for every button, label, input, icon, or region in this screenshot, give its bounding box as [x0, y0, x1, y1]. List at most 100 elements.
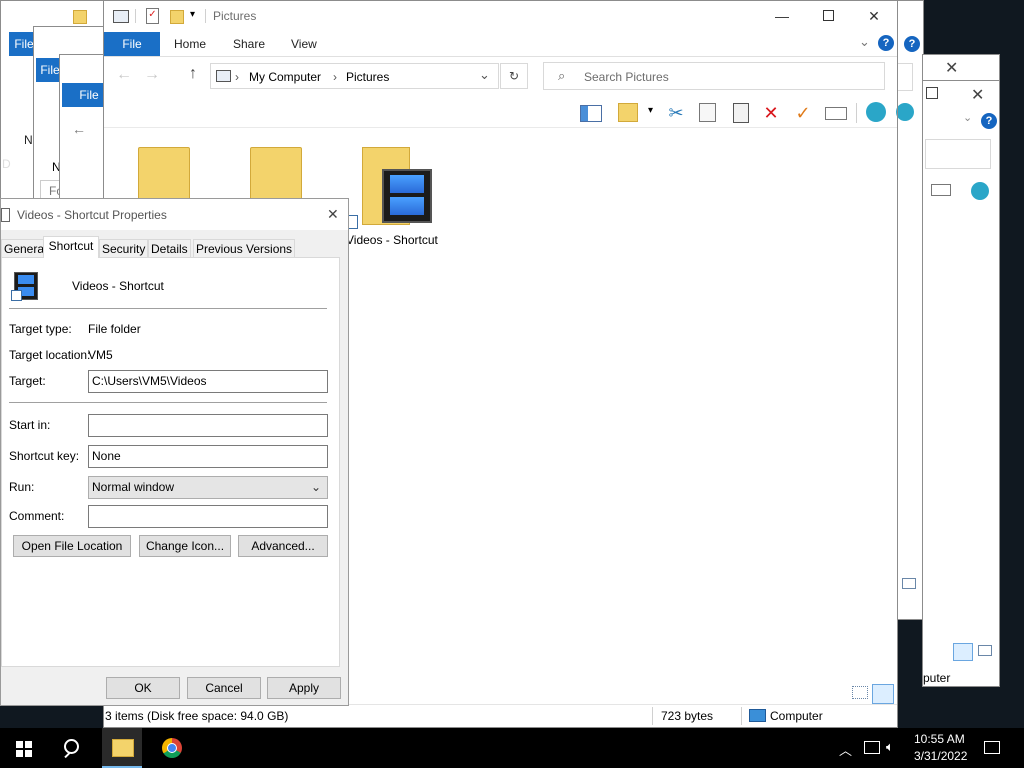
shortcut-key-label: Shortcut key:	[9, 449, 80, 463]
volume-icon[interactable]: 🔈︎	[886, 739, 894, 755]
tab-home[interactable]: Home	[174, 32, 206, 56]
delete-icon[interactable]: ✕	[760, 102, 782, 124]
run-label: Run:	[9, 480, 35, 494]
cut-icon[interactable]: ✂	[665, 102, 687, 124]
forward-arrow-icon[interactable]: →	[144, 66, 160, 84]
refresh-button[interactable]: ↻	[500, 63, 528, 89]
film-strip-icon	[382, 169, 432, 223]
paste-icon[interactable]	[733, 103, 749, 123]
expand-ribbon-icon[interactable]: ⌄	[859, 34, 870, 50]
change-icon-button[interactable]: Change Icon...	[139, 535, 231, 557]
search-icon-handle	[64, 751, 71, 759]
details-view-icon[interactable]	[978, 645, 992, 656]
start-in-input[interactable]	[88, 414, 328, 437]
start-button[interactable]	[16, 741, 32, 757]
breadcrumb-separator[interactable]: ›	[235, 70, 239, 84]
computer-icon	[216, 70, 231, 82]
item-label: Videos - Shortcut	[346, 233, 438, 247]
navigation-bar: ← → ↑ › My Computer › Pictures ⌄ ↻ ⌕ Sea…	[104, 57, 897, 97]
shell-icon[interactable]	[896, 103, 914, 121]
tab-details[interactable]: Details	[148, 239, 191, 258]
help-icon[interactable]: ?	[878, 35, 894, 51]
status-size-text: 723 bytes	[661, 709, 714, 723]
show-hidden-icons-icon[interactable]: ︿	[839, 740, 852, 759]
rename-icon[interactable]	[825, 107, 847, 120]
shortcut-name: Videos - Shortcut	[72, 279, 164, 293]
close-icon[interactable]: ✕	[971, 85, 984, 105]
search-box[interactable]: ⌕ Search Pictures	[543, 62, 885, 90]
open-file-location-button[interactable]: Open File Location	[13, 535, 131, 557]
clock-time[interactable]: 10:55 AM	[914, 732, 965, 746]
apply-button[interactable]: Apply	[267, 677, 341, 699]
command-toolbar: ▾ ✂ ✕ ✓	[104, 97, 897, 128]
details-view-icon[interactable]	[852, 686, 868, 699]
search-icon[interactable]	[64, 739, 79, 754]
chrome-taskbar-icon[interactable]	[162, 738, 182, 758]
minimize-button[interactable]: —	[759, 1, 805, 31]
shortcut-key-input[interactable]: None	[88, 445, 328, 468]
clock-date[interactable]: 3/31/2022	[914, 749, 967, 763]
folder-item-videos-shortcut[interactable]: Videos - Shortcut	[344, 141, 444, 251]
close-icon[interactable]: ✕	[945, 58, 958, 78]
advanced-button[interactable]: Advanced...	[238, 535, 328, 557]
target-input[interactable]: C:\Users\VM5\Videos	[88, 370, 328, 393]
tab-file[interactable]: File	[104, 32, 160, 56]
properties-icon[interactable]: ✓	[146, 8, 159, 24]
maximize-button[interactable]	[805, 1, 851, 31]
background-window-right-3: ✕ ⌄ ? puter	[922, 80, 1000, 687]
dialog-title-bar: Videos - Shortcut Properties ✕	[1, 199, 348, 230]
breadcrumb-pictures[interactable]: Pictures	[346, 70, 389, 84]
shortcut-tab-page: Videos - Shortcut Target type: File fold…	[1, 257, 340, 667]
tab-view[interactable]: View	[291, 32, 317, 56]
preview-pane-icon[interactable]	[618, 103, 638, 122]
cancel-button[interactable]: Cancel	[187, 677, 261, 699]
shell-icon[interactable]	[971, 182, 989, 200]
target-type-value: File folder	[88, 322, 141, 336]
target-label: Target:	[9, 374, 46, 388]
new-folder-icon[interactable]	[170, 10, 184, 24]
chevron-down-icon[interactable]: ⌄	[963, 111, 972, 124]
maximize-icon[interactable]	[926, 87, 938, 99]
start-in-label: Start in:	[9, 418, 51, 432]
up-arrow-icon[interactable]: ↑	[189, 65, 197, 83]
ok-button[interactable]: OK	[106, 677, 180, 699]
folder-item[interactable]	[138, 147, 194, 201]
window-icon	[1, 208, 10, 222]
navigation-pane-icon[interactable]	[580, 105, 602, 122]
shell-icon[interactable]	[866, 102, 886, 122]
layout-dropdown-icon[interactable]: ▾	[648, 105, 653, 116]
back-arrow-icon[interactable]: ←	[116, 66, 132, 84]
details-view-icon[interactable]	[902, 578, 916, 589]
tab-security[interactable]: Security	[99, 239, 149, 258]
notifications-icon[interactable]	[984, 741, 1000, 754]
tab-share[interactable]: Share	[233, 32, 265, 56]
dialog-title: Videos - Shortcut Properties	[17, 208, 167, 222]
nav-pane-letter: D	[2, 157, 11, 171]
rename-icon[interactable]	[931, 184, 951, 196]
run-select[interactable]: Normal window ⌄	[88, 476, 328, 499]
tab-previous-versions[interactable]: Previous Versions	[193, 239, 296, 258]
quick-access-dropdown-icon[interactable]: ▾	[190, 9, 195, 20]
title-bar: ✓ ▾ Pictures — ✕	[104, 1, 897, 31]
breadcrumb-my-computer[interactable]: My Computer	[249, 70, 321, 84]
search-field[interactable]	[925, 139, 991, 169]
large-icons-view-icon[interactable]	[872, 684, 894, 704]
file-explorer-taskbar-icon[interactable]	[102, 728, 142, 768]
checkmark-icon[interactable]: ✓	[792, 102, 814, 124]
large-icons-view-icon[interactable]	[953, 643, 973, 661]
close-icon[interactable]: ✕	[327, 206, 339, 223]
address-dropdown-icon[interactable]: ⌄	[479, 67, 490, 83]
back-arrow-icon[interactable]: ←	[72, 121, 86, 137]
comment-input[interactable]	[88, 505, 328, 528]
shell-icon-2[interactable]	[896, 102, 897, 122]
tab-shortcut[interactable]: Shortcut	[43, 236, 99, 258]
copy-icon[interactable]	[699, 103, 716, 122]
folder-item[interactable]	[250, 147, 306, 201]
help-icon[interactable]: ?	[904, 36, 920, 52]
close-button[interactable]: ✕	[851, 1, 897, 31]
network-icon[interactable]	[864, 741, 880, 754]
help-icon[interactable]: ?	[981, 113, 997, 129]
address-bar[interactable]: › My Computer › Pictures ⌄	[210, 63, 499, 89]
breadcrumb-separator[interactable]: ›	[333, 70, 337, 84]
comment-label: Comment:	[9, 509, 65, 523]
